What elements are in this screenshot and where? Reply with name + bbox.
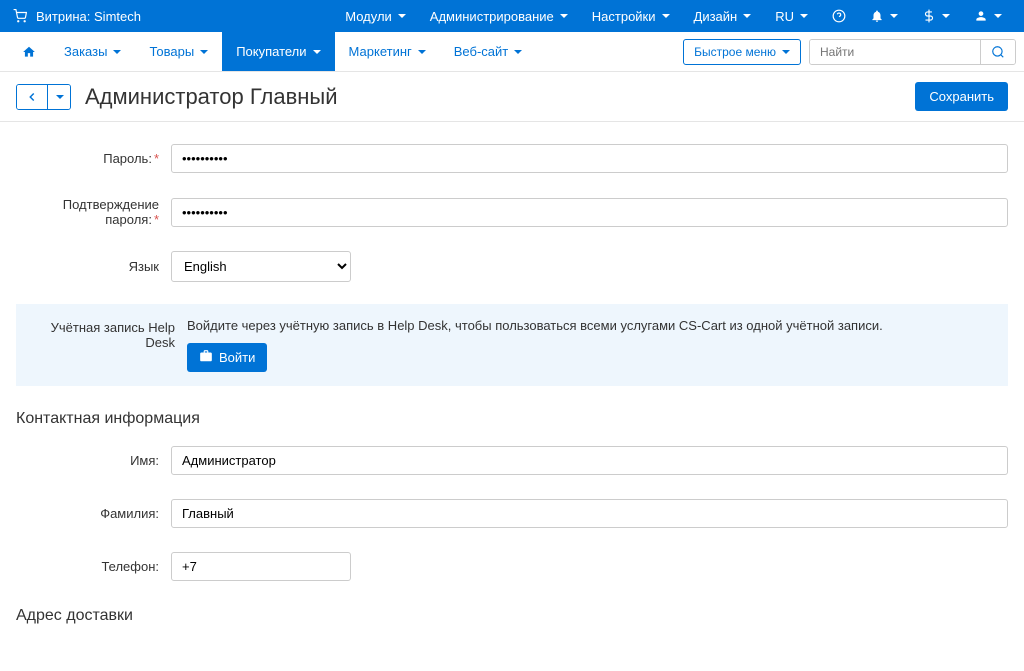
menu-language[interactable]: RU [765, 3, 818, 30]
language-select[interactable]: English [171, 251, 351, 282]
page-title: Администратор Главный [85, 84, 338, 110]
quick-menu-button[interactable]: Быстрое меню [683, 39, 801, 65]
chevron-down-icon [800, 14, 808, 18]
lastname-label: Фамилия: [16, 506, 171, 521]
nav-products[interactable]: Товары [135, 32, 222, 71]
menu-design[interactable]: Дизайн [684, 3, 762, 30]
language-label: Язык [16, 259, 171, 274]
password-row: Пароль:* [16, 132, 1008, 185]
storefront-label[interactable]: Витрина: Simtech [36, 9, 141, 24]
helpdesk-label: Учётная запись Help Desk [32, 318, 187, 372]
chevron-down-icon [743, 14, 751, 18]
lastname-field[interactable] [171, 499, 1008, 528]
menu-modules[interactable]: Модули [335, 3, 416, 30]
login-icon [199, 349, 213, 366]
nav-home[interactable] [8, 32, 50, 71]
confirm-password-row: Подтверждение пароля:* [16, 185, 1008, 239]
menu-settings[interactable]: Настройки [582, 3, 680, 30]
confirm-password-label: Подтверждение пароля:* [16, 197, 171, 227]
chevron-down-icon [662, 14, 670, 18]
menu-admin[interactable]: Администрирование [420, 3, 578, 30]
helpdesk-login-button[interactable]: Войти [187, 343, 267, 372]
chevron-down-icon [994, 14, 1002, 18]
search-button[interactable] [980, 40, 1015, 64]
page-header: Администратор Главный Сохранить [0, 72, 1024, 122]
firstname-field[interactable] [171, 446, 1008, 475]
chevron-down-icon [560, 14, 568, 18]
topbar: Витрина: Simtech Модули Администрировани… [0, 0, 1024, 32]
save-button[interactable]: Сохранить [915, 82, 1008, 111]
back-button-group [16, 84, 71, 110]
confirm-password-field[interactable] [171, 198, 1008, 227]
helpdesk-text: Войдите через учётную запись в Help Desk… [187, 318, 992, 333]
user-icon[interactable] [964, 3, 1012, 29]
lastname-row: Фамилия: [16, 487, 1008, 540]
password-field[interactable] [171, 144, 1008, 173]
phone-field[interactable] [171, 552, 351, 581]
back-button[interactable] [17, 85, 47, 109]
nav-customers[interactable]: Покупатели [222, 32, 334, 71]
chevron-down-icon [942, 14, 950, 18]
chevron-down-icon [890, 14, 898, 18]
search-box [809, 39, 1016, 65]
currency-icon[interactable] [912, 3, 960, 29]
notifications-icon[interactable] [860, 3, 908, 29]
mainnav: Заказы Товары Покупатели Маркетинг Веб-с… [0, 32, 1024, 72]
helpdesk-box: Учётная запись Help Desk Войдите через у… [16, 304, 1008, 386]
search-input[interactable] [810, 40, 980, 64]
help-icon[interactable] [822, 3, 856, 29]
nav-marketing[interactable]: Маркетинг [335, 32, 440, 71]
nav-website[interactable]: Веб-сайт [440, 32, 536, 71]
phone-label: Телефон: [16, 559, 171, 574]
shipping-section-header: Адрес доставки [16, 593, 1008, 631]
phone-row: Телефон: [16, 540, 1008, 593]
chevron-down-icon [398, 14, 406, 18]
firstname-row: Имя: [16, 434, 1008, 487]
contact-section-header: Контактная информация [16, 396, 1008, 434]
language-row: Язык English [16, 239, 1008, 294]
form-area: Пароль:* Подтверждение пароля:* Язык Eng… [0, 122, 1024, 671]
cart-icon [12, 8, 28, 24]
password-label: Пароль:* [16, 151, 171, 166]
nav-orders[interactable]: Заказы [50, 32, 135, 71]
firstname-label: Имя: [16, 453, 171, 468]
back-dropdown-button[interactable] [47, 85, 70, 109]
